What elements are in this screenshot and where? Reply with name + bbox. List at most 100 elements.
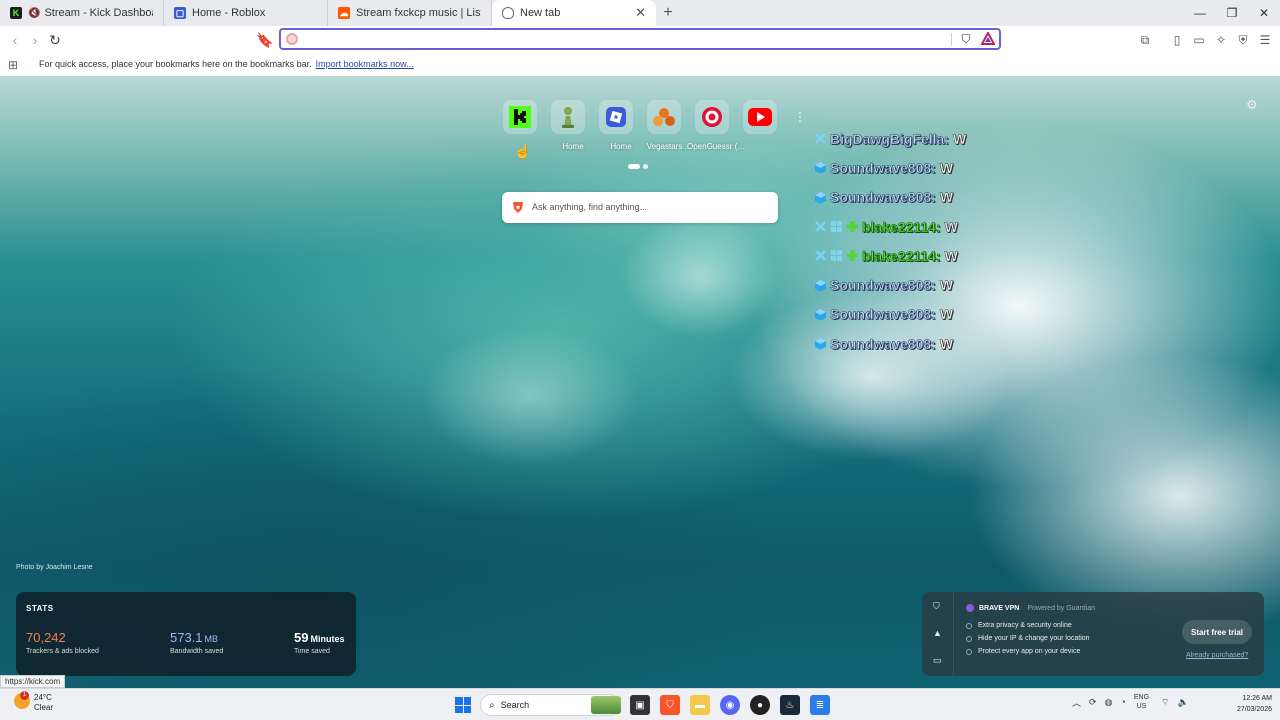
weather-widget[interactable]: 1 24°C Clear [14, 691, 53, 713]
address-bar[interactable]: ⛉ [279, 28, 1001, 50]
weather-sun-icon: 1 [14, 691, 30, 709]
pager-dot-active[interactable] [628, 164, 640, 169]
reading-list-icon[interactable]: ⧉ [1134, 30, 1156, 50]
weather-temp: 24°C [34, 693, 52, 702]
top-site-openguessr[interactable]: OpenGuessr (12194) You... [687, 100, 747, 156]
reload-icon[interactable]: ↻ [46, 31, 64, 49]
vpn-shield-icon[interactable]: ⛉ [933, 601, 940, 612]
forward-icon[interactable]: › [26, 31, 44, 49]
close-window-icon[interactable]: ✕ [1248, 0, 1280, 26]
taskbar-search[interactable]: ⌕ Search [480, 694, 621, 716]
language-code: ENG [1133, 694, 1150, 701]
cube-badge-icon [815, 279, 826, 292]
top-site-vegastars[interactable]: Vegastars ... [645, 100, 693, 156]
apps-grid-icon[interactable]: ⊞ [8, 58, 18, 72]
chess-pawn-icon [551, 100, 585, 134]
import-bookmarks-link[interactable]: Import bookmarks now... [316, 59, 414, 69]
back-icon[interactable]: ‹ [6, 31, 24, 49]
sword-badge-icon [815, 133, 826, 145]
file-explorer-icon[interactable]: ▬ [690, 695, 710, 715]
tab-soundcloud[interactable]: ☁ Stream fxckcp music | Listen to songs [328, 0, 492, 26]
tab-kick-dashboard[interactable]: K 🔇 Stream - Kick Dashboard [0, 0, 164, 26]
start-button[interactable] [455, 697, 471, 713]
notepad-icon[interactable]: ≣ [810, 695, 830, 715]
chat-username: Soundwave808: [830, 159, 936, 177]
chevron-up-icon[interactable]: ︿ [1072, 696, 1081, 709]
toolbar: ‹ › ↻ 🔖 ⛉ ⧉ ▯ ▭ ✧ ⛨ ☰ [0, 26, 1280, 54]
chat-text: W [939, 277, 954, 294]
site-info-icon[interactable] [286, 33, 298, 45]
top-site-label: OpenGuessr (12194) You... [687, 142, 747, 151]
steam-icon[interactable]: ♨ [780, 695, 800, 715]
brave-browser-icon[interactable]: ⛉ [660, 695, 680, 715]
menu-icon[interactable]: ☰ [1254, 30, 1276, 50]
wifi-icon[interactable]: ⌔ [1161, 697, 1169, 708]
plus-badge-icon [847, 250, 858, 262]
news-card-icon[interactable]: ▭ [933, 655, 942, 666]
vegastars-icon [647, 100, 681, 134]
plus-badge-icon [847, 221, 858, 233]
top-site-youtube[interactable] [741, 100, 789, 156]
photo-credit[interactable]: Photo by Joachim Lesne [16, 564, 93, 571]
tab-label: Home - Roblox [192, 7, 266, 19]
new-tab-button[interactable]: + [656, 0, 680, 26]
time-caption: Time saved [294, 648, 330, 655]
vpn-feature: Protect every app on your device [966, 648, 1080, 655]
wallet-icon[interactable]: ▭ [1188, 30, 1210, 50]
time-value: 59 [294, 630, 309, 645]
close-tab-icon[interactable]: ✕ [635, 5, 646, 21]
already-purchased-link[interactable]: Already purchased? [1186, 652, 1248, 659]
chat-text: W [939, 159, 954, 177]
sync-icon[interactable]: ⟳ [1089, 697, 1097, 708]
brave-rewards-icon[interactable] [981, 32, 995, 46]
discord-icon[interactable]: ◉ [720, 695, 740, 715]
top-sites-more-icon[interactable]: ⋮ [794, 110, 806, 124]
vpn-feature-text: Protect every app on your device [978, 648, 1081, 655]
taskbar-search-label: Search [500, 700, 530, 710]
task-view-icon[interactable]: ▣ [630, 695, 650, 715]
vpn-feature-text: Extra privacy & security online [978, 622, 1072, 629]
tab-new-tab[interactable]: New tab ✕ [492, 0, 656, 26]
search-box[interactable]: Ask anything, find anything... [502, 192, 778, 223]
check-icon [966, 648, 972, 655]
kick-icon [503, 100, 537, 134]
stats-widget: STATS 70,242 Trackers & ads blocked 573.… [16, 592, 356, 676]
sidebar-icon[interactable]: ▯ [1166, 30, 1188, 50]
language-indicator[interactable]: ENG US [1134, 693, 1149, 711]
tab-roblox[interactable]: ▢ Home - Roblox [164, 0, 328, 26]
leo-ai-icon[interactable]: ✧ [1210, 30, 1232, 50]
bookmark-icon[interactable]: 🔖 [256, 31, 274, 49]
pager-dot[interactable] [643, 164, 648, 169]
rewards-triangle-icon[interactable]: ▲ [933, 628, 942, 638]
brave-shields-icon[interactable]: ⛉ [959, 32, 973, 46]
chat-text: W [944, 218, 958, 235]
clock[interactable]: 12:26 AM 27/03/2026 [1226, 693, 1272, 715]
vpn-title: BRAVE VPN [979, 604, 1020, 612]
volume-icon[interactable]: 🔈 [1178, 697, 1189, 708]
restore-icon[interactable]: ❐ [1216, 0, 1248, 26]
toolbar-right: ⧉ ▯ ▭ ✧ ⛨ ☰ [1134, 30, 1276, 50]
bookmarks-hint-text: For quick access, place your bookmarks h… [39, 59, 312, 69]
vpn-icon[interactable]: ⛨ [1232, 30, 1254, 50]
start-free-trial-button[interactable]: Start free trial [1182, 620, 1252, 644]
muted-speaker-icon[interactable]: 🔇 [28, 8, 40, 19]
wifi-tray-icon[interactable]: ◔ [1120, 697, 1125, 707]
cube-badge-icon [815, 162, 826, 174]
tab-label: New tab [520, 7, 561, 19]
trackers-value: 70,242 [26, 630, 66, 645]
minimize-icon[interactable]: — [1184, 0, 1216, 26]
hand-cursor-icon: ☝ [514, 143, 532, 159]
obs-icon[interactable]: ● [750, 695, 770, 715]
chat-message: blake22114: W [814, 212, 966, 241]
cube-badge-icon [815, 338, 826, 350]
top-site-chess[interactable]: Home [549, 100, 597, 156]
customize-gear-icon[interactable]: ⚙ [1246, 97, 1258, 113]
chat-message: blake22114: W [814, 241, 966, 270]
tab-label: Stream - Kick Dashboard [44, 7, 153, 19]
brave-lion-icon [513, 202, 523, 213]
network-globe-icon[interactable]: ◍ [1105, 697, 1113, 708]
target-icon [695, 100, 729, 134]
chat-username: blake22114: [862, 247, 941, 265]
sword-badge-icon [815, 221, 826, 232]
top-site-roblox[interactable]: Home [597, 100, 645, 156]
